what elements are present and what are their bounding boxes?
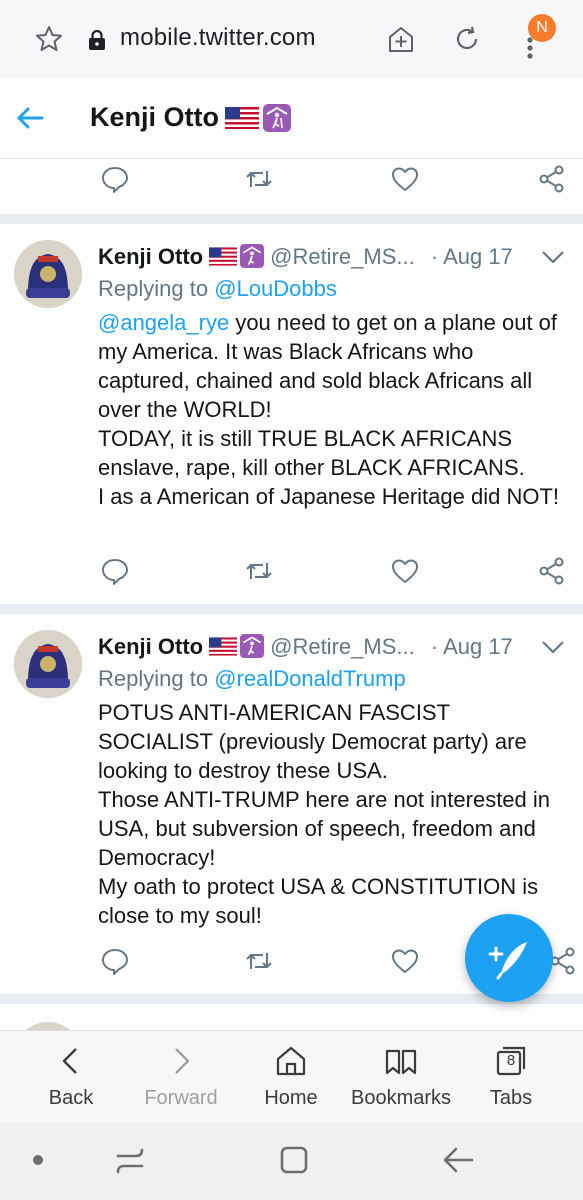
browser-toolbar: mobile.twitter.com N — [0, 0, 583, 79]
replying-to-label: Replying to — [98, 276, 209, 301]
tweet-text: @angela_rye you need to get on a plane o… — [98, 308, 568, 511]
avatar[interactable] — [14, 240, 82, 308]
avatar[interactable] — [14, 630, 82, 698]
retweet-icon[interactable] — [244, 556, 274, 586]
elderly-person-icon — [240, 634, 265, 658]
more-icon[interactable] — [526, 36, 534, 60]
url-field[interactable]: mobile.twitter.com — [120, 24, 316, 52]
forward-label: Forward — [144, 1087, 218, 1109]
separator-dot: · — [430, 244, 439, 269]
compose-button[interactable] — [465, 914, 553, 1002]
share-icon[interactable] — [537, 164, 567, 194]
tweet-partial[interactable] — [0, 1004, 583, 1030]
replying-to-mention[interactable]: @realDonaldTrump — [214, 666, 405, 691]
dot-icon[interactable] — [32, 1154, 44, 1166]
profile-header: Kenji Otto — [0, 78, 583, 159]
like-icon[interactable] — [390, 556, 420, 586]
tweet-divider — [0, 214, 583, 224]
tweet-line: I as a American of Japanese Heritage did… — [98, 484, 560, 509]
tweet-header: Kenji Otto @Retire_MS... · Aug 17 — [98, 244, 513, 270]
tweet-line: @angela_rye you need to get on a plane o… — [98, 308, 568, 424]
lock-icon — [89, 30, 105, 50]
share-icon[interactable] — [537, 556, 567, 586]
reply-icon[interactable] — [100, 164, 130, 194]
tabs-label: Tabs — [489, 1087, 533, 1109]
elderly-person-icon — [263, 104, 291, 132]
compose-icon — [488, 942, 527, 980]
replying-to: Replying to @LouDobbs — [98, 276, 337, 302]
tweet-divider — [0, 604, 583, 614]
retweet-icon[interactable] — [244, 946, 274, 976]
tweet-line: TODAY, it is still TRUE BLACK AFRICANS e… — [98, 426, 525, 480]
reply-icon[interactable] — [100, 556, 130, 586]
tab-count: 8 — [506, 1052, 516, 1069]
add-tab-icon[interactable] — [386, 24, 416, 54]
tweet-date[interactable]: Aug 17 — [443, 634, 513, 659]
bookmarks-label: Bookmarks — [350, 1087, 452, 1109]
avatar[interactable] — [14, 1022, 82, 1030]
reload-icon[interactable] — [452, 24, 482, 54]
bookmarks-icon — [385, 1049, 417, 1075]
tweet-text: POTUS ANTI-AMERICAN FASCIST SOCIALIST (p… — [98, 698, 568, 930]
bookmarks-button[interactable]: Bookmarks — [346, 1031, 456, 1123]
elderly-person-icon — [240, 244, 265, 268]
tabs-button[interactable]: 8 Tabs — [456, 1031, 566, 1123]
forward-icon — [175, 1048, 190, 1074]
replying-to-mention[interactable]: @LouDobbs — [214, 276, 337, 301]
recent-apps-icon[interactable] — [112, 1144, 148, 1178]
author-name[interactable]: Kenji Otto — [98, 244, 203, 269]
home-label: Home — [264, 1087, 318, 1109]
replying-to-label: Replying to — [98, 666, 209, 691]
system-back-icon[interactable] — [440, 1144, 476, 1176]
tweet-actions — [0, 160, 583, 200]
tweet-date[interactable]: Aug 17 — [443, 244, 513, 269]
back-arrow-icon[interactable] — [14, 104, 46, 132]
mention-link[interactable]: @angela_rye — [98, 310, 229, 335]
chevron-down-icon[interactable] — [540, 638, 566, 656]
back-label: Back — [48, 1087, 94, 1109]
us-flag-icon — [225, 107, 259, 129]
reply-icon[interactable] — [100, 946, 130, 976]
browser-bottom-nav: Back Forward Home Bookmarks 8 Tabs — [0, 1030, 583, 1123]
home-icon — [276, 1046, 306, 1076]
page-title-text: Kenji Otto — [90, 102, 219, 132]
us-flag-icon — [209, 637, 238, 656]
back-button[interactable]: Back — [16, 1031, 126, 1123]
tweet-line: Those ANTI-TRUMP here are not interested… — [98, 787, 551, 870]
like-icon[interactable] — [390, 164, 420, 194]
tweet-line: POTUS ANTI-AMERICAN FASCIST SOCIALIST (p… — [98, 700, 527, 783]
replying-to: Replying to @realDonaldTrump — [98, 666, 406, 692]
star-icon[interactable] — [34, 24, 64, 54]
back-icon — [62, 1048, 77, 1074]
author-name[interactable]: Kenji Otto — [98, 634, 203, 659]
tweet-header: Kenji Otto @Retire_MS... · Aug 17 — [98, 634, 513, 660]
chevron-down-icon[interactable] — [540, 248, 566, 266]
page-title: Kenji Otto — [90, 102, 291, 133]
author-handle[interactable]: @Retire_MS... — [270, 634, 415, 659]
forward-button[interactable]: Forward — [126, 1031, 236, 1123]
us-flag-icon — [209, 247, 238, 266]
separator-dot: · — [430, 634, 439, 659]
author-handle[interactable]: @Retire_MS... — [270, 244, 415, 269]
system-nav-bar — [0, 1122, 583, 1200]
like-icon[interactable] — [390, 946, 420, 976]
retweet-icon[interactable] — [244, 164, 274, 194]
tweet[interactable]: Kenji Otto @Retire_MS... · Aug 17 Replyi… — [0, 224, 583, 604]
home-button[interactable]: Home — [236, 1031, 346, 1123]
home-system-icon[interactable] — [278, 1144, 310, 1176]
